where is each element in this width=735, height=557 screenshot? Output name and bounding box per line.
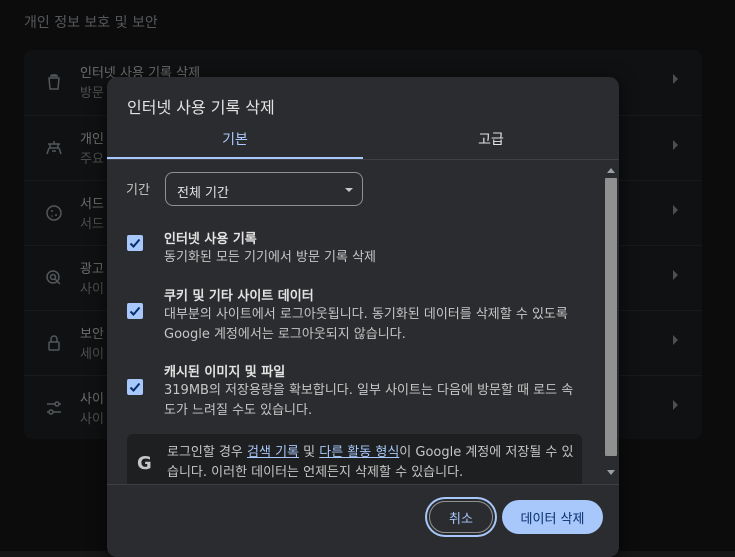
checkmark-icon (129, 306, 141, 316)
notice-text: 로그인할 경우 검색 기록 및 다른 활동 형식이 Google 계정에 저장될… (167, 443, 577, 483)
checkbox-cookies[interactable] (127, 303, 143, 319)
checkmark-icon (129, 238, 141, 248)
tab-advanced[interactable]: 고급 (363, 129, 619, 159)
option-title: 쿠키 및 기타 사이트 데이터 (164, 289, 314, 304)
other-activity-link[interactable]: 다른 활동 형식 (319, 445, 399, 460)
google-icon: G (137, 453, 152, 474)
option-title: 인터넷 사용 기록 (164, 232, 257, 247)
time-range-select[interactable]: 전체 기간 (165, 172, 363, 206)
scroll-up-arrow-icon[interactable] (607, 168, 615, 173)
option-description: 대부분의 사이트에서 로그아웃됩니다. 동기화된 데이터를 삭제할 수 있도록 … (164, 307, 568, 342)
option-description: 319MB의 저장용량을 확보합니다. 일부 사이트는 다음에 방문할 때 로드… (164, 383, 574, 418)
tab-basic[interactable]: 기본 (107, 129, 363, 159)
checkbox-cached-images[interactable] (127, 379, 143, 395)
dialog-title: 인터넷 사용 기록 삭제 (127, 98, 275, 117)
notice-prefix: 로그인할 경우 (167, 445, 248, 460)
content-scrollbar[interactable] (603, 160, 619, 484)
search-history-link[interactable]: 검색 기록 (247, 445, 299, 460)
dialog-content: 기간 전체 기간 인터넷 사용 기록 동기화된 모든 기기에서 방문 기록 삭제… (107, 160, 603, 484)
option-title: 캐시된 이미지 및 파일 (164, 365, 286, 380)
period-label: 기간 (126, 183, 150, 198)
footer-divider (107, 484, 619, 485)
checkmark-icon (129, 382, 141, 392)
notice-mid: 및 (299, 445, 320, 460)
cancel-button[interactable]: 취소 (429, 501, 493, 533)
clear-browsing-data-dialog: 인터넷 사용 기록 삭제 기본 고급 기간 전체 기간 인터넷 사용 기록 동기… (107, 77, 619, 557)
time-range-value: 전체 기간 (177, 186, 229, 201)
google-account-notice: G 로그인할 경우 검색 기록 및 다른 활동 형식이 Google 계정에 저… (127, 434, 582, 484)
dropdown-arrow-icon (345, 188, 353, 192)
delete-data-button[interactable]: 데이터 삭제 (502, 500, 603, 534)
option-description: 동기화된 모든 기기에서 방문 기록 삭제 (164, 250, 377, 265)
scrollbar-thumb[interactable] (605, 178, 617, 456)
scroll-down-arrow-icon[interactable] (607, 470, 615, 475)
checkbox-browsing-history[interactable] (127, 235, 143, 251)
